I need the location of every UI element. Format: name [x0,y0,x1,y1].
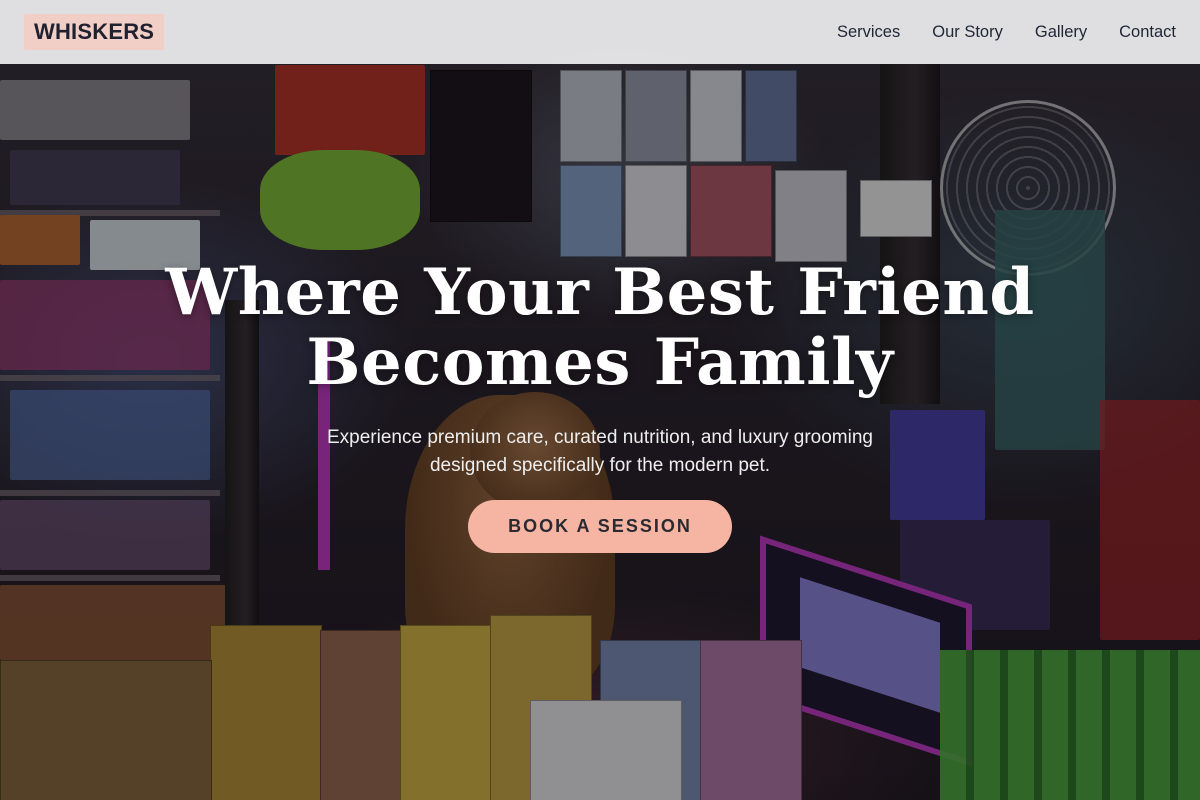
nav-link-services[interactable]: Services [837,23,900,42]
nav-menu: Services Our Story Gallery Contact [837,23,1176,42]
book-session-button[interactable]: BOOK A SESSION [468,500,732,553]
nav-link-our-story[interactable]: Our Story [932,23,1003,42]
hero-headline: Where Your Best Friend Becomes Family [0,258,1200,398]
hero-subheadline-line1: Experience premium care, curated nutriti… [327,427,873,448]
hero-headline-line1: Where Your Best Friend [165,255,1035,330]
hero-content: Where Your Best Friend Becomes Family Ex… [0,258,1200,553]
hero-subheadline: Experience premium care, curated nutriti… [280,424,920,480]
top-navbar: WHISKERS Services Our Story Gallery Cont… [0,0,1200,64]
nav-link-contact[interactable]: Contact [1119,23,1176,42]
hero-subheadline-line2: designed specifically for the modern pet… [429,455,771,476]
nav-link-gallery[interactable]: Gallery [1035,23,1087,42]
brand-logo[interactable]: WHISKERS [24,14,165,50]
hero-headline-line2: Becomes Family [306,325,894,400]
